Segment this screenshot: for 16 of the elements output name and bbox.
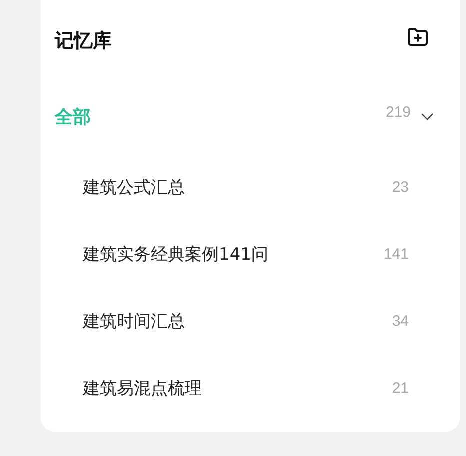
item-count: 141	[384, 246, 409, 263]
panel-title: 记忆库	[55, 29, 112, 54]
item-label: 建筑实务经典案例141问	[83, 244, 270, 266]
item-count: 21	[392, 380, 409, 397]
list-item[interactable]: 建筑实务经典案例141问 141	[55, 221, 446, 288]
item-count: 219	[386, 104, 411, 120]
list-item[interactable]: 建筑时间汇总 34	[55, 288, 446, 355]
add-folder-icon[interactable]	[406, 25, 430, 49]
list-item[interactable]: 建筑公式汇总 23	[55, 154, 446, 221]
list-item[interactable]: 建筑易混点梳理 21	[55, 355, 446, 422]
item-count: 34	[392, 313, 409, 330]
item-label: 建筑易混点梳理	[83, 378, 203, 400]
item-label: 建筑时间汇总	[83, 311, 186, 333]
item-label: 建筑公式汇总	[83, 177, 186, 199]
item-count: 23	[392, 179, 409, 196]
chevron-icon[interactable]	[421, 113, 434, 121]
